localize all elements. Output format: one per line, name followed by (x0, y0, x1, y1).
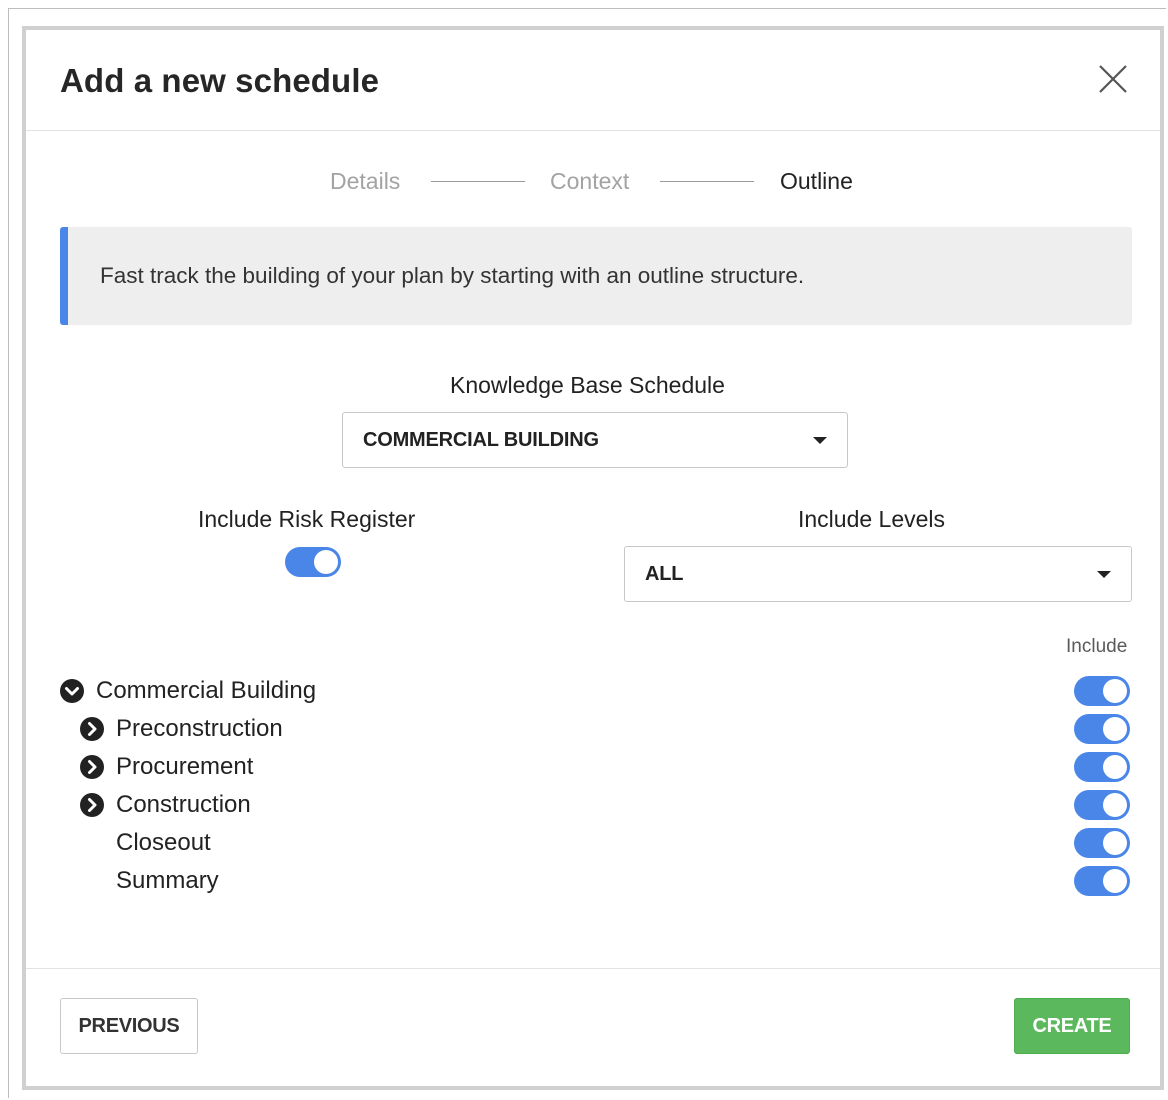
outline-label: Construction (116, 791, 251, 818)
modal-title: Add a new schedule (60, 62, 380, 99)
knowledge-base-label: Knowledge Base Schedule (450, 372, 725, 398)
risk-register-toggle[interactable] (285, 547, 341, 577)
knowledge-base-select[interactable]: COMMERCIAL BUILDING (342, 412, 848, 468)
outline-row-construction: Construction (26, 788, 1130, 822)
include-levels-select[interactable]: ALL (624, 546, 1132, 602)
create-button[interactable]: CREATE (1014, 998, 1130, 1054)
include-levels-value: ALL (645, 563, 684, 585)
outline-row-summary: Summary (26, 864, 1130, 898)
step-outline: Outline (780, 168, 853, 194)
previous-button[interactable]: PREVIOUS (60, 998, 198, 1054)
include-toggle[interactable] (1074, 790, 1130, 820)
chevron-right-circle-icon[interactable] (80, 793, 104, 817)
outline-label: Closeout (116, 829, 211, 856)
footer-divider (26, 968, 1160, 969)
info-text: Fast track the building of your plan by … (100, 263, 805, 288)
chevron-down-circle-icon[interactable] (60, 679, 84, 703)
step-connector (660, 181, 754, 182)
outline-label: Preconstruction (116, 715, 283, 742)
include-column-header: Include (1066, 636, 1128, 657)
step-details[interactable]: Details (330, 166, 400, 196)
include-toggle[interactable] (1074, 676, 1130, 706)
outline-label: Summary (116, 867, 219, 894)
toggle-knob (1103, 679, 1127, 703)
outline-row-procurement: Procurement (26, 750, 1130, 784)
toggle-knob (314, 550, 338, 574)
include-toggle[interactable] (1074, 714, 1130, 744)
close-icon[interactable] (1096, 62, 1130, 96)
toggle-knob (1103, 793, 1127, 817)
step-connector (431, 181, 525, 182)
add-schedule-modal: Add a new schedule Details Context Outli… (22, 26, 1164, 1090)
outline-row-preconstruction: Preconstruction (26, 712, 1130, 746)
include-toggle[interactable] (1074, 752, 1130, 782)
chevron-right-circle-icon[interactable] (80, 755, 104, 779)
outline-row-closeout: Closeout (26, 826, 1130, 860)
caret-down-icon (813, 437, 827, 444)
info-callout: Fast track the building of your plan by … (60, 227, 1132, 325)
toggle-knob (1103, 831, 1127, 855)
chevron-right-circle-icon[interactable] (80, 717, 104, 741)
outline-label: Procurement (116, 753, 254, 780)
toggle-knob (1103, 755, 1127, 779)
outline-row-commercial-building: Commercial Building (26, 674, 1130, 708)
outline-label: Commercial Building (96, 677, 317, 704)
include-levels-label: Include Levels (798, 506, 946, 532)
include-toggle[interactable] (1074, 866, 1130, 896)
include-toggle[interactable] (1074, 828, 1130, 858)
risk-register-label: Include Risk Register (198, 506, 416, 532)
knowledge-base-value: COMMERCIAL BUILDING (363, 429, 599, 451)
modal-header: Add a new schedule (26, 30, 1160, 131)
step-context[interactable]: Context (550, 166, 629, 196)
toggle-knob (1103, 869, 1127, 893)
toggle-knob (1103, 717, 1127, 741)
wizard-steps: Details Context Outline (26, 166, 1160, 196)
caret-down-icon (1097, 571, 1111, 578)
